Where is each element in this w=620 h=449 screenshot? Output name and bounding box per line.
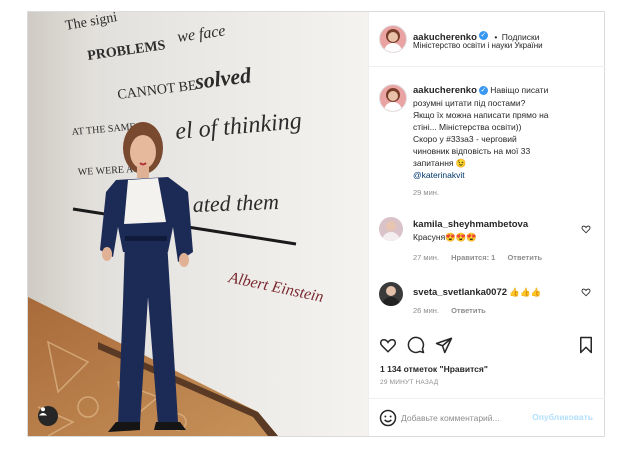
comment-likes-count[interactable]: Нравится: 1 [451,253,495,262]
post-details-pane: aakucherenko ✓ • Подписки Міністерство ос… [368,12,605,436]
verified-badge-icon: ✓ [478,86,488,96]
heart-icon[interactable] [581,224,591,234]
caption-line-2: Якщо їх можна написати прямо на [413,110,549,120]
wall-text-solved: solved [193,62,254,94]
caption-line-4: Скоро у #33за3 - черговий [413,134,517,144]
tagged-users-button[interactable] [38,406,58,426]
caption-avatar[interactable] [379,84,407,112]
like-heart-icon[interactable] [379,336,397,354]
commenter-avatar[interactable] [379,217,403,241]
photo-scene: The signi PROBLEMS we face CANNOT BE sol… [28,12,325,436]
post-modal: The signi PROBLEMS we face CANNOT BE sol… [27,11,605,437]
comment-time: 26 мин. [413,306,439,315]
comment-text: Красуня😍😍😍 [413,232,477,242]
add-comment-bar: Опубликовать [369,398,605,437]
wall-text-created: ated them [192,189,279,217]
likes-count[interactable]: 1 134 отметок "Нравится" [380,364,488,374]
wall-quote: The signi PROBLEMS we face CANNOT BE sol… [64,12,325,306]
heart-icon[interactable] [581,287,591,297]
commenter-avatar[interactable] [379,282,403,306]
reply-button[interactable]: Ответить [507,253,542,262]
caption-line-0: Навіщо писати [490,85,549,95]
verified-badge-icon: ✓ [478,31,488,41]
caption-username[interactable]: aakucherenko [413,85,477,96]
comment-bubble-icon[interactable] [407,336,425,354]
caption-mention-link[interactable]: @katerinakvit [413,169,599,181]
wall-text-we-face: we face [176,22,226,46]
reply-button[interactable]: Ответить [451,306,486,315]
caption-line-1: розумні цитати під постами? [413,98,526,108]
wall-text-cannot-be: CANNOT BE [117,78,198,103]
bookmark-icon[interactable] [577,336,595,354]
wall-text-problems: PROBLEMS [86,38,166,64]
caption-line-5: чиновник відповість на мої 33 [413,146,531,156]
commenter-username[interactable]: sveta_svetlanka0072 [413,287,507,298]
caption-time: 29 мин. [413,188,439,197]
publish-button[interactable]: Опубликовать [532,412,593,422]
post-location[interactable]: Міністерство освіти і науки України [413,41,543,50]
wall-text-level: el of thinking [174,108,302,145]
comment-time: 27 мин. [413,253,439,262]
commenter-username[interactable]: kamila_sheyhmambetova [413,219,528,230]
emoji-smiley-icon[interactable] [379,409,397,427]
post-timestamp: 29 МИНУТ НАЗАД [380,379,439,386]
user-tag-icon [39,407,47,416]
share-paper-plane-icon[interactable] [435,336,453,354]
post-header: aakucherenko ✓ • Подписки Міністерство ос… [369,12,605,67]
wall-signature: Albert Einstein [226,269,325,306]
caption-line-3: стіні... Міністерства освіти)) [413,122,522,132]
post-photo[interactable]: The signi PROBLEMS we face CANNOT BE sol… [28,12,368,436]
comment-input[interactable] [401,411,541,425]
comment-text: 👍👍👍 [509,287,542,297]
caption-line-6: запитання 😉 [413,158,467,168]
author-avatar[interactable] [379,25,407,53]
